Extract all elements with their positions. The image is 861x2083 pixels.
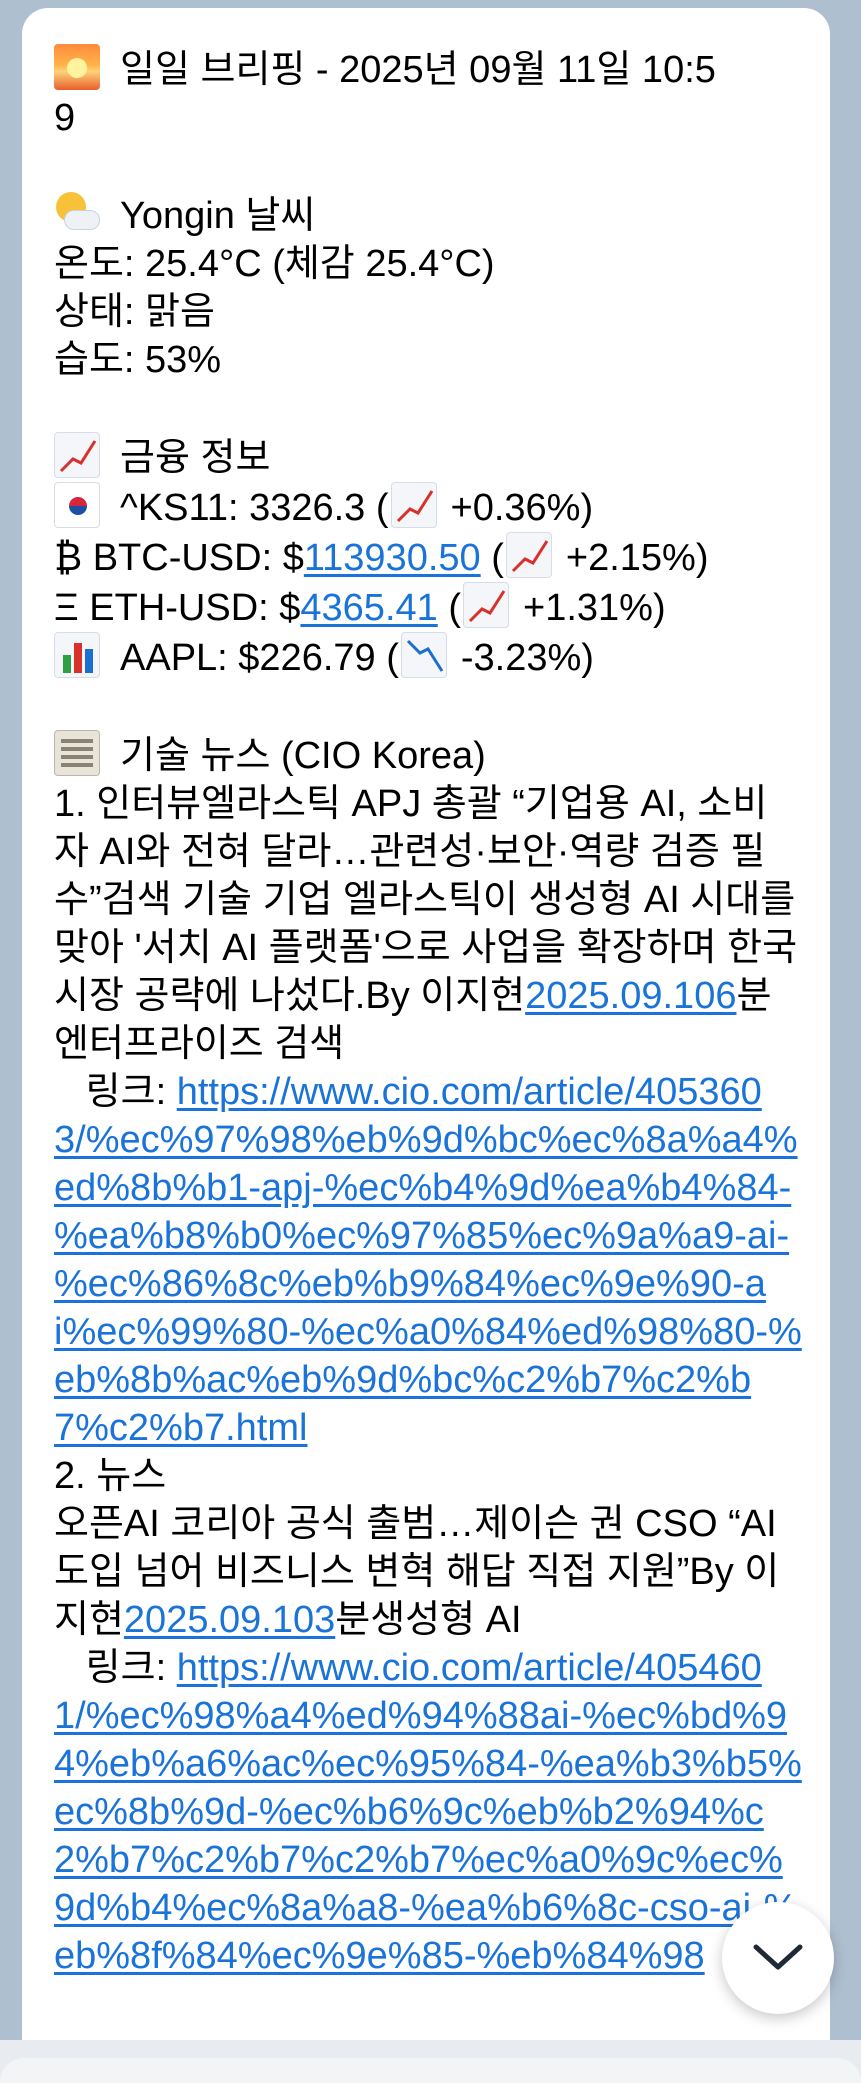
eth-value-link[interactable]: 4365.41 — [300, 587, 437, 629]
news-item-2: 오픈AI 코리아 공식 출범…제이슨 권 CSO “AI 도입 넘어 비즈니스 … — [54, 1503, 780, 1641]
news-item-1-url[interactable]: https://www.cio.com/article/4053603/%ec%… — [54, 1071, 802, 1449]
news-item-2-date-link[interactable]: 2025.09.103 — [124, 1599, 335, 1641]
weather-status: 상태: 맑음 — [54, 291, 215, 333]
chart-increasing-icon — [463, 582, 509, 628]
scroll-down-button[interactable] — [722, 1902, 834, 2014]
finance-ks11: ^KS11: 3326.3 (+0.36%) — [54, 482, 802, 532]
input-bar[interactable] — [0, 2058, 861, 2083]
news-item-2-link-line: 링크: https://www.cio.com/article/4054601/… — [54, 1647, 802, 1977]
bitcoin-symbol: ₿ — [54, 537, 83, 579]
finance-aapl: AAPL: $226.79 (-3.23%) — [54, 632, 802, 682]
news-item-1-link-line: 링크: https://www.cio.com/article/4053603/… — [54, 1071, 802, 1449]
chart-increasing-icon — [390, 482, 437, 528]
chart-increasing-icon — [54, 432, 100, 478]
sun-behind-cloud-icon — [54, 190, 100, 236]
briefing-title-continued: 9 — [54, 97, 76, 139]
chevron-down-icon — [753, 1944, 803, 1970]
bar-chart-icon — [54, 632, 100, 678]
ethereum-symbol: Ξ — [54, 587, 79, 629]
chart-decreasing-icon — [400, 632, 447, 678]
finance-btc: ₿ BTC-USD: $113930.50 (+2.15%) — [54, 532, 802, 582]
message-text: 일일 브리핑 - 2025년 09월 11일 10:5 9 Yongin 날씨 … — [54, 44, 802, 1980]
news-item-1-date-link[interactable]: 2025.09.106 — [525, 975, 736, 1017]
korea-flag-icon — [54, 482, 100, 528]
news-header: 기술 뉴스 (CIO Korea) — [54, 730, 802, 780]
newspaper-icon — [54, 730, 100, 776]
finance-eth: Ξ ETH-USD: $4365.41 (+1.31%) — [54, 582, 802, 632]
finance-header: 금융 정보 — [54, 432, 802, 482]
weather-temp: 온도: 25.4°C (체감 25.4°C) — [54, 243, 495, 285]
news-item-1: 1. 인터뷰엘라스틱 APJ 총괄 “기업용 AI, 소비자 AI와 전혀 달라… — [54, 783, 798, 1065]
chart-increasing-icon — [505, 532, 552, 578]
news-item-2-title: 2. 뉴스 — [54, 1455, 167, 1497]
btc-value-link[interactable]: 113930.50 — [304, 537, 481, 579]
weather-humidity: 습도: 53% — [54, 339, 222, 381]
weather-header: Yongin 날씨 — [54, 190, 802, 240]
news-item-2-url[interactable]: https://www.cio.com/article/4054601/%ec%… — [54, 1647, 802, 1977]
sunrise-icon — [54, 44, 100, 90]
message-bubble: 일일 브리핑 - 2025년 09월 11일 10:5 9 Yongin 날씨 … — [22, 8, 830, 2048]
briefing-title: 일일 브리핑 - 2025년 09월 11일 10:5 — [54, 44, 802, 94]
